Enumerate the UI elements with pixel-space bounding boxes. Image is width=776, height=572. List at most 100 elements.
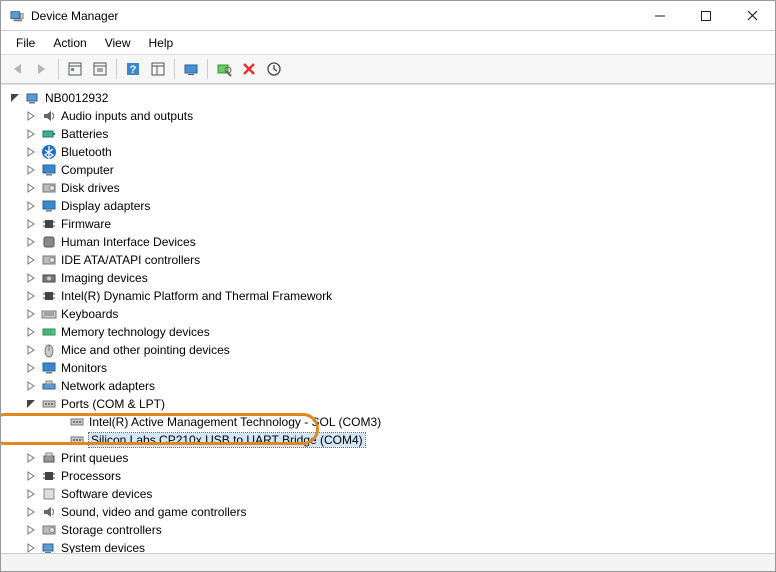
tree-node[interactable]: Bluetooth xyxy=(3,143,773,161)
maximize-button[interactable] xyxy=(683,1,729,30)
tree-node-label: Display adapters xyxy=(61,199,150,213)
tree-node-label: Audio inputs and outputs xyxy=(61,109,193,123)
tree-node[interactable]: Silicon Labs CP210x USB to UART Bridge (… xyxy=(3,431,773,449)
forward-button[interactable] xyxy=(30,57,54,81)
tree-node-label: Software devices xyxy=(61,487,152,501)
camera-icon xyxy=(41,270,57,286)
tree-node-label: Disk drives xyxy=(61,181,120,195)
mouse-icon xyxy=(41,342,57,358)
tree-node-label: Network adapters xyxy=(61,379,155,393)
disk-icon xyxy=(41,522,57,538)
tree-node-label: Bluetooth xyxy=(61,145,112,159)
tree-node[interactable]: Memory technology devices xyxy=(3,323,773,341)
tree-node[interactable]: Keyboards xyxy=(3,305,773,323)
titlebar: Device Manager xyxy=(1,1,775,31)
tree-node-label: Human Interface Devices xyxy=(61,235,196,249)
expand-icon[interactable] xyxy=(23,486,39,502)
port-icon xyxy=(41,396,57,412)
view-mode-button[interactable] xyxy=(146,57,170,81)
expand-icon[interactable] xyxy=(23,306,39,322)
tree-node[interactable]: NB0012932 xyxy=(3,89,773,107)
expand-icon[interactable] xyxy=(23,252,39,268)
toolbar-separator xyxy=(207,59,208,79)
tree-node-label: System devices xyxy=(61,541,145,553)
tree-node-label: Memory technology devices xyxy=(61,325,210,339)
tree-node[interactable]: Batteries xyxy=(3,125,773,143)
expand-icon[interactable] xyxy=(23,162,39,178)
show-hide-tree-button[interactable] xyxy=(63,57,87,81)
tree-node-label: Keyboards xyxy=(61,307,118,321)
tree-node[interactable]: Imaging devices xyxy=(3,269,773,287)
tree-node-label: IDE ATA/ATAPI controllers xyxy=(61,253,200,267)
tree-node[interactable]: Intel(R) Dynamic Platform and Thermal Fr… xyxy=(3,287,773,305)
tree-node[interactable]: Intel(R) Active Management Technology - … xyxy=(3,413,773,431)
scan-hardware-button[interactable] xyxy=(212,57,236,81)
tree-node[interactable]: IDE ATA/ATAPI controllers xyxy=(3,251,773,269)
collapse-icon[interactable] xyxy=(23,396,39,412)
tree-node[interactable]: Computer xyxy=(3,161,773,179)
tree-node[interactable]: Firmware xyxy=(3,215,773,233)
generic-icon xyxy=(41,486,57,502)
tree-node[interactable]: Storage controllers xyxy=(3,521,773,539)
expand-icon[interactable] xyxy=(23,324,39,340)
status-bar xyxy=(1,553,775,571)
expand-icon[interactable] xyxy=(23,522,39,538)
back-button[interactable] xyxy=(5,57,29,81)
tree-node[interactable]: Software devices xyxy=(3,485,773,503)
help-button[interactable]: ? xyxy=(121,57,145,81)
tree-node[interactable]: Audio inputs and outputs xyxy=(3,107,773,125)
refresh-button[interactable] xyxy=(262,57,286,81)
menu-help[interactable]: Help xyxy=(140,33,183,53)
expand-icon[interactable] xyxy=(23,126,39,142)
expand-icon[interactable] xyxy=(23,198,39,214)
tree-node[interactable]: Human Interface Devices xyxy=(3,233,773,251)
tree-node-label: NB0012932 xyxy=(45,91,108,105)
network-icon xyxy=(41,378,57,394)
expand-icon[interactable] xyxy=(23,450,39,466)
expand-icon xyxy=(51,414,67,430)
tree-node[interactable]: System devices xyxy=(3,539,773,553)
expand-icon[interactable] xyxy=(23,270,39,286)
tree-node[interactable]: Network adapters xyxy=(3,377,773,395)
computer-icon xyxy=(25,90,41,106)
expand-icon[interactable] xyxy=(23,216,39,232)
menu-view[interactable]: View xyxy=(96,33,140,53)
collapse-icon[interactable] xyxy=(7,90,23,106)
tree-node[interactable]: Monitors xyxy=(3,359,773,377)
tree-node-label: Firmware xyxy=(61,217,111,231)
tree-node[interactable]: Processors xyxy=(3,467,773,485)
tree-node[interactable]: Display adapters xyxy=(3,197,773,215)
close-button[interactable] xyxy=(729,1,775,30)
menu-action[interactable]: Action xyxy=(44,33,95,53)
expand-icon[interactable] xyxy=(23,540,39,553)
tree-node-label: Imaging devices xyxy=(61,271,148,285)
expand-icon[interactable] xyxy=(23,234,39,250)
tree-node-label: Intel(R) Dynamic Platform and Thermal Fr… xyxy=(61,289,332,303)
tree-node-label: Mice and other pointing devices xyxy=(61,343,230,357)
tree-node-label: Storage controllers xyxy=(61,523,162,537)
monitor-icon xyxy=(41,360,57,376)
expand-icon[interactable] xyxy=(23,180,39,196)
expand-icon[interactable] xyxy=(23,468,39,484)
tree-node[interactable]: Ports (COM & LPT) xyxy=(3,395,773,413)
device-tree[interactable]: NB0012932 Audio inputs and outputs Batteri… xyxy=(1,85,775,553)
update-driver-button[interactable] xyxy=(179,57,203,81)
chip-icon xyxy=(41,216,57,232)
menu-file[interactable]: File xyxy=(7,33,44,53)
expand-icon[interactable] xyxy=(23,108,39,124)
tree-node-label: Processors xyxy=(61,469,121,483)
expand-icon[interactable] xyxy=(23,504,39,520)
expand-icon[interactable] xyxy=(23,378,39,394)
uninstall-button[interactable] xyxy=(237,57,261,81)
tree-node[interactable]: Disk drives xyxy=(3,179,773,197)
tree-node[interactable]: Sound, video and game controllers xyxy=(3,503,773,521)
expand-icon[interactable] xyxy=(23,288,39,304)
tree-node[interactable]: Print queues xyxy=(3,449,773,467)
expand-icon[interactable] xyxy=(23,342,39,358)
expand-icon[interactable] xyxy=(23,360,39,376)
tree-node-label: Computer xyxy=(61,163,114,177)
expand-icon[interactable] xyxy=(23,144,39,160)
minimize-button[interactable] xyxy=(637,1,683,30)
tree-node[interactable]: Mice and other pointing devices xyxy=(3,341,773,359)
properties-button[interactable] xyxy=(88,57,112,81)
